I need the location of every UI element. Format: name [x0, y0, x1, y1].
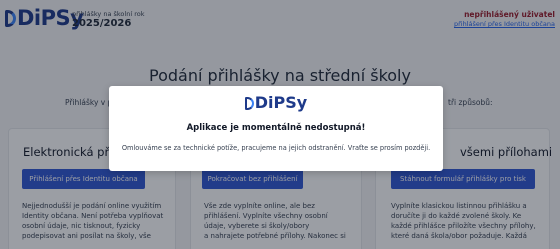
logo-mark-icon [244, 97, 254, 110]
modal-logo-text: DiPSy [254, 93, 308, 112]
modal-logo: DiPSy [109, 94, 443, 112]
modal-message: Omlouváme se za technické potíže, pracuj… [121, 144, 431, 152]
unavailable-modal: DiPSy Aplikace je momentálně nedostupná!… [109, 86, 443, 171]
modal-title: Aplikace je momentálně nedostupná! [186, 123, 366, 133]
